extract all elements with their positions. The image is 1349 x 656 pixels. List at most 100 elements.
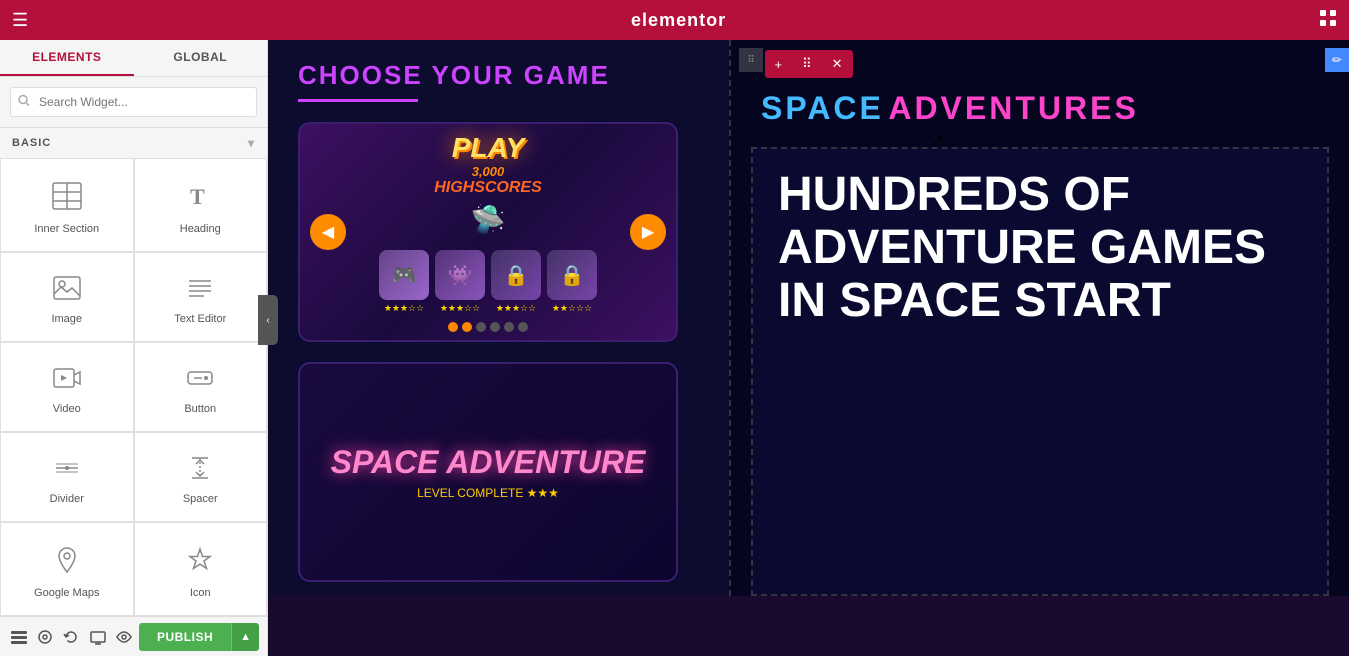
card-arrow-left[interactable]: ◀ [310, 214, 346, 250]
widget-google-maps[interactable]: Google Maps [0, 522, 134, 616]
dot-1 [448, 322, 458, 332]
section-close-button[interactable]: ✕ [822, 50, 853, 78]
game-card-2: SPACE ADVENTURE LEVEL COMPLETE ★★★ [298, 362, 678, 582]
top-bar-left: ☰ [12, 10, 38, 31]
responsive-button[interactable] [87, 623, 109, 651]
widget-button[interactable]: Button [134, 342, 268, 432]
star-row: 🎮 ★★★☆☆ 👾 ★★★☆☆ 🔒 ★★★☆☆ [379, 250, 597, 314]
category-label: BASIC ▾ [0, 128, 267, 158]
widget-label-image: Image [51, 313, 82, 325]
widget-label-text-editor: Text Editor [174, 313, 226, 325]
play-text: PLAY [452, 132, 525, 164]
widget-image[interactable]: Image [0, 252, 134, 342]
image-icon [53, 276, 81, 305]
layers-button[interactable] [8, 623, 30, 651]
styles-button[interactable] [34, 623, 56, 651]
main-layout: ELEMENTS GLOBAL BASIC ▾ [0, 40, 1349, 656]
bottom-toolbar: PUBLISH ▲ [0, 616, 267, 656]
widget-label-divider: Divider [50, 493, 84, 505]
svg-text:T: T [190, 184, 205, 209]
category-name: BASIC [12, 137, 51, 149]
widget-heading[interactable]: T Heading [134, 158, 268, 252]
heading-icon: T [186, 182, 214, 215]
widget-label-google-maps: Google Maps [34, 587, 99, 599]
canvas-content: CHOOSE YOUR GAME ◀ PLAY 3,000 HIGHSCORES… [268, 40, 1349, 596]
grid-icon[interactable] [1319, 9, 1337, 32]
space-word: SPACE [761, 90, 884, 126]
big-heading: HUNDREDS OF ADVENTURE GAMES IN SPACE STA… [778, 169, 1302, 327]
spacer-icon [186, 456, 214, 485]
level-complete: LEVEL COMPLETE ★★★ [417, 486, 559, 500]
widget-grid: Inner Section T Heading [0, 158, 267, 616]
history-button[interactable] [60, 623, 82, 651]
dot-5 [504, 322, 514, 332]
sidebar-search-wrapper [0, 77, 267, 128]
game-card-1-inner: ◀ PLAY 3,000 HIGHSCORES 🛸 🎮 ★★★☆☆ [300, 124, 676, 340]
widget-icon[interactable]: Icon [134, 522, 268, 616]
section-toolbar: + ⠿ ✕ [764, 50, 852, 78]
dots-row [448, 322, 528, 332]
game-icon-1: 🎮 ★★★☆☆ [379, 250, 429, 314]
widget-label-spacer: Spacer [183, 493, 218, 505]
video-icon [53, 366, 81, 395]
chevron-down-icon: ▾ [248, 136, 255, 150]
tab-global[interactable]: GLOBAL [134, 40, 268, 76]
section-move-handle[interactable]: ⠿ [792, 50, 822, 78]
widget-label-inner-section: Inner Section [34, 223, 99, 235]
sidebar-collapse-handle[interactable]: ‹ [258, 295, 278, 345]
game-icon-3: 🔒 ★★★☆☆ [491, 250, 541, 314]
canvas-left: CHOOSE YOUR GAME ◀ PLAY 3,000 HIGHSCORES… [268, 40, 729, 596]
publish-arrow-button[interactable]: ▲ [231, 623, 259, 651]
publish-button[interactable]: PUBLISH [139, 623, 231, 651]
widget-label-video: Video [53, 403, 81, 415]
icon-widget-icon [186, 546, 214, 579]
widget-label-button: Button [184, 403, 216, 415]
sidebar-tabs: ELEMENTS GLOBAL [0, 40, 267, 77]
widget-spacer[interactable]: Spacer [134, 432, 268, 522]
button-icon [186, 366, 214, 395]
game-icon-2: 👾 ★★★☆☆ [435, 250, 485, 314]
dot-4 [490, 322, 500, 332]
top-bar-right [1319, 9, 1337, 32]
widget-text-editor[interactable]: Text Editor [134, 252, 268, 342]
section-add-button[interactable]: + [764, 51, 792, 78]
game-card-2-inner: SPACE ADVENTURE LEVEL COMPLETE ★★★ [300, 364, 676, 580]
big-text-area: HUNDREDS OF ADVENTURE GAMES IN SPACE STA… [751, 147, 1329, 596]
widget-video[interactable]: Video [0, 342, 134, 432]
tab-elements[interactable]: ELEMENTS [0, 40, 134, 76]
inner-section-icon [52, 182, 82, 215]
preview-button[interactable] [113, 623, 135, 651]
space-adventure-title: SPACE ADVENTURE [331, 444, 646, 481]
text-editor-icon [186, 276, 214, 305]
publish-group: PUBLISH ▲ [139, 623, 259, 651]
card-arrow-right[interactable]: ▶ [630, 214, 666, 250]
ufo-icon: 🛸 [471, 203, 506, 236]
widget-label-heading: Heading [180, 223, 221, 235]
dot-3 [476, 322, 486, 332]
hamburger-icon[interactable]: ☰ [12, 10, 28, 31]
widget-inner-section[interactable]: Inner Section [0, 158, 134, 252]
canvas-area: + ⠿ ✕ CHOOSE YOUR GAME ◀ PLAY 3,000 HIGH… [268, 40, 1349, 656]
number-text: 3,000 [472, 164, 505, 179]
widget-divider[interactable]: Divider [0, 432, 134, 522]
cursor: ↗ [931, 130, 943, 148]
search-icon [18, 95, 30, 110]
dot-6 [518, 322, 528, 332]
game-title: CHOOSE YOUR GAME [298, 60, 699, 91]
divider-icon [53, 456, 81, 485]
game-icon-4: 🔒 ★★☆☆☆ [547, 250, 597, 314]
canvas-right: ⠿ ✏ SPACE ADVENTURES HUNDREDS OF ADVENTU… [729, 40, 1349, 596]
adventures-word: ADVENTURES [888, 90, 1138, 126]
column-edit-button[interactable]: ✏ [1325, 48, 1349, 72]
card-content: PLAY 3,000 HIGHSCORES 🛸 🎮 ★★★☆☆ 👾 [379, 132, 597, 332]
top-bar: ☰ elementor [0, 0, 1349, 40]
highscores-text: HIGHSCORES [434, 179, 542, 197]
google-maps-icon [55, 546, 79, 579]
widget-label-icon: Icon [190, 587, 211, 599]
game-title-underline [298, 99, 418, 102]
logo: elementor [631, 10, 726, 31]
search-input[interactable] [10, 87, 257, 117]
dot-2 [462, 322, 472, 332]
sidebar: ELEMENTS GLOBAL BASIC ▾ [0, 40, 268, 656]
column-handle[interactable]: ⠿ [739, 48, 763, 72]
